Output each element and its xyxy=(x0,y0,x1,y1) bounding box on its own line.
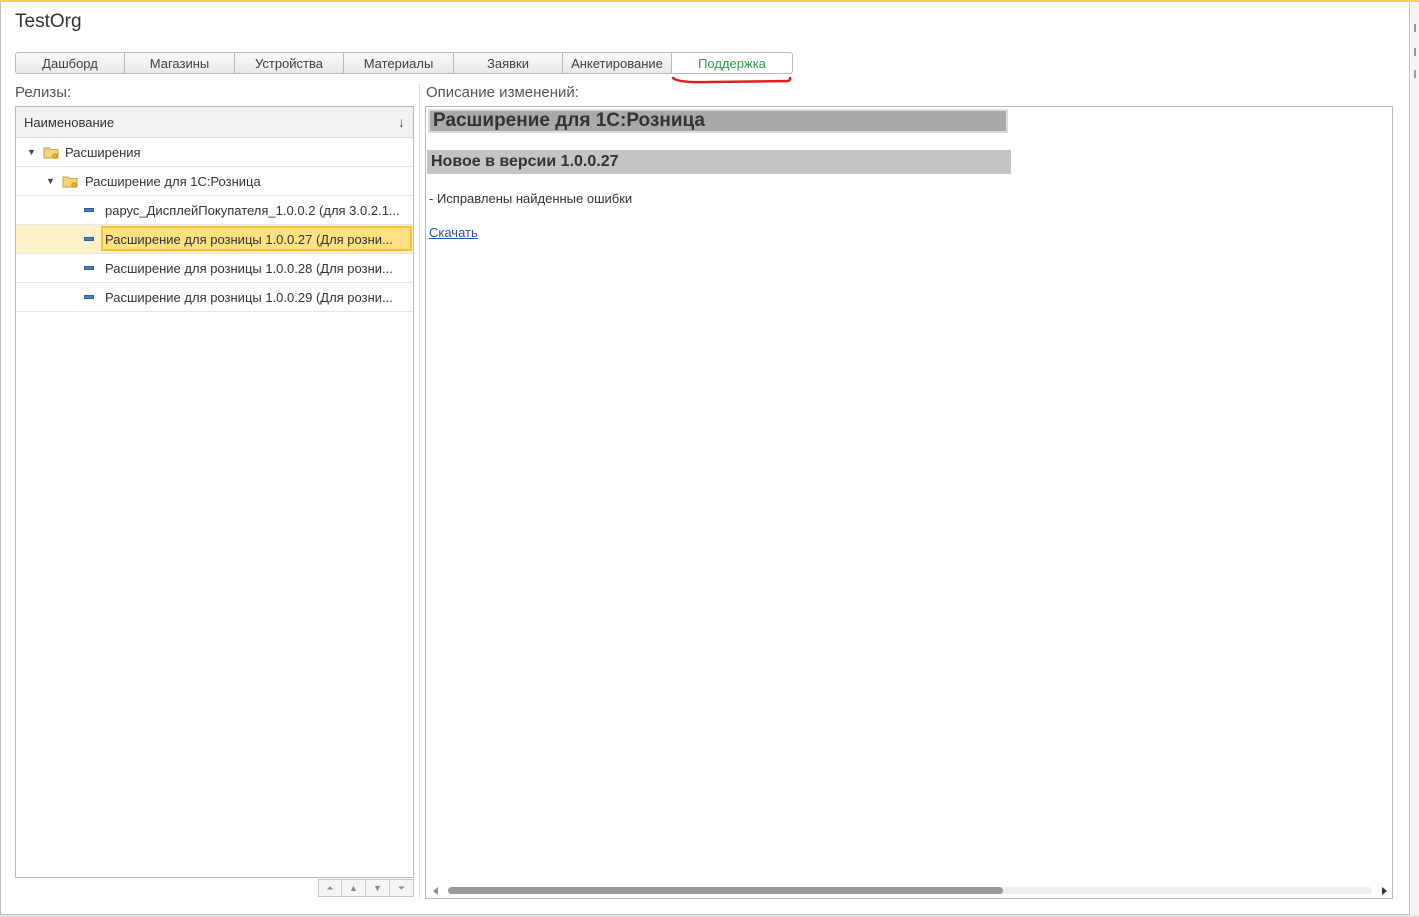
tab-devices[interactable]: Устройства xyxy=(235,52,344,74)
tab-bar: Дашборд Магазины Устройства Материалы За… xyxy=(15,52,793,74)
tree-label: рарус_ДисплейПокупателя_1.0.0.2 (для 3.0… xyxy=(105,202,400,218)
first-page-icon[interactable]: ⏶ xyxy=(318,879,342,897)
last-page-icon[interactable]: ⏷ xyxy=(390,879,414,897)
tab-dashboard[interactable]: Дашборд xyxy=(15,52,125,74)
folder-icon xyxy=(62,176,78,188)
horizontal-scrollbar[interactable] xyxy=(426,884,1392,898)
tree-row-retail-extension[interactable]: ▼ Расширение для 1С:Розница xyxy=(16,167,413,196)
page-down-icon[interactable]: ▼ xyxy=(366,879,390,897)
download-link[interactable]: Скачать xyxy=(429,225,478,240)
releases-tree[interactable]: Наименование ↓ ▼ Расширения ▼ Расширение… xyxy=(15,106,414,878)
sort-down-icon[interactable]: ↓ xyxy=(398,114,405,130)
tree-row-release[interactable]: Расширение для розницы 1.0.0.29 (Для роз… xyxy=(16,283,413,312)
description-label: Описание изменений: xyxy=(426,84,579,101)
scroll-thumb[interactable] xyxy=(448,887,1003,894)
folder-icon xyxy=(43,147,59,159)
scroll-left-icon[interactable] xyxy=(433,887,438,895)
description-heading: Расширение для 1С:Розница xyxy=(428,109,1008,133)
tab-stores[interactable]: Магазины xyxy=(125,52,235,74)
description-viewer[interactable]: Расширение для 1С:Розница Новое в версии… xyxy=(425,106,1393,899)
tab-requests[interactable]: Заявки xyxy=(454,52,563,74)
tree-row-release-selected[interactable]: Расширение для розницы 1.0.0.27 (Для роз… xyxy=(16,225,413,254)
item-icon xyxy=(84,295,94,299)
side-marker xyxy=(1414,24,1416,32)
tree-label: Расширение для розницы 1.0.0.27 (Для роз… xyxy=(105,231,393,247)
panel-splitter[interactable] xyxy=(419,84,420,900)
scroll-right-icon[interactable] xyxy=(1382,887,1387,895)
expand-arrow-icon[interactable]: ▼ xyxy=(46,176,55,186)
item-icon xyxy=(84,208,94,212)
tab-materials[interactable]: Материалы xyxy=(344,52,454,74)
annotation-underline xyxy=(671,76,792,84)
tree-label: Расширение для 1С:Розница xyxy=(85,173,261,189)
tree-label: Расширение для розницы 1.0.0.28 (Для роз… xyxy=(105,260,393,276)
releases-label: Релизы: xyxy=(15,84,72,101)
column-header-label: Наименование xyxy=(24,114,115,130)
tree-row-release[interactable]: Расширение для розницы 1.0.0.28 (Для роз… xyxy=(16,254,413,283)
tree-row-extensions[interactable]: ▼ Расширения xyxy=(16,138,413,167)
side-marker xyxy=(1414,48,1416,56)
column-header-name[interactable]: Наименование ↓ xyxy=(16,107,413,138)
item-icon xyxy=(84,266,94,270)
changes-text: - Исправлены найденные ошибки xyxy=(429,191,633,206)
window-side-strip xyxy=(1411,2,1419,917)
window-title: TestOrg xyxy=(15,11,82,32)
tree-row-release[interactable]: рарус_ДисплейПокупателя_1.0.0.2 (для 3.0… xyxy=(16,196,413,225)
page-up-icon[interactable]: ▲ xyxy=(342,879,366,897)
version-heading: Новое в версии 1.0.0.27 xyxy=(427,150,1011,174)
tab-surveys[interactable]: Анкетирование xyxy=(563,52,672,74)
tree-label: Расширения xyxy=(65,144,141,160)
expand-arrow-icon[interactable]: ▼ xyxy=(27,147,36,157)
item-icon xyxy=(84,237,94,241)
tab-support[interactable]: Поддержка xyxy=(672,52,793,74)
tree-navigation: ⏶ ▲ ▼ ⏷ xyxy=(318,879,414,897)
tree-label: Расширение для розницы 1.0.0.29 (Для роз… xyxy=(105,289,393,305)
side-marker xyxy=(1414,70,1416,78)
